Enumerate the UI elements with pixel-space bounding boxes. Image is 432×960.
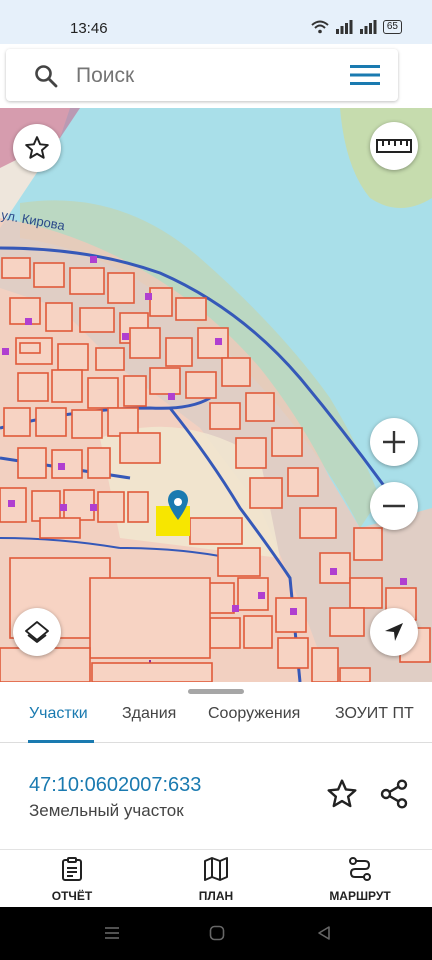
tab-buildings[interactable]: Здания <box>122 705 176 723</box>
tab-parcels[interactable]: Участки <box>29 705 88 723</box>
search-input[interactable] <box>74 60 338 92</box>
system-navigation-bar <box>0 907 432 960</box>
wifi-icon <box>311 20 329 34</box>
zoom-in-button[interactable] <box>370 418 418 466</box>
map-view[interactable]: ул. Кирова <box>0 108 432 682</box>
map-canvas[interactable]: ул. Кирова <box>0 108 432 682</box>
layers-icon <box>25 621 49 643</box>
nav-plan[interactable]: ПЛАН <box>166 856 266 903</box>
report-icon <box>62 857 82 881</box>
tab-structures[interactable]: Сооружения <box>208 705 300 723</box>
signal-icon <box>335 20 353 34</box>
share-icon[interactable] <box>378 778 410 810</box>
menu-icon[interactable] <box>350 65 380 85</box>
tab-bar: Участки Здания Сооружения ЗОУИТ ПТ <box>0 696 432 743</box>
active-tab-indicator <box>28 740 94 743</box>
nav-plan-label: ПЛАН <box>198 889 234 903</box>
parcel-type: Земельный участок <box>29 801 184 820</box>
ruler-button[interactable] <box>370 122 418 170</box>
plus-icon <box>383 431 405 453</box>
status-time: 13:46 <box>70 20 108 37</box>
signal-icon-2 <box>359 20 377 34</box>
back-icon[interactable] <box>316 925 332 941</box>
map-plan-icon <box>204 857 228 881</box>
tab-zouit[interactable]: ЗОУИТ ПТ <box>335 705 414 723</box>
status-icons: 65 <box>311 20 402 34</box>
nav-report[interactable]: ОТЧЁТ <box>22 856 122 903</box>
nav-route[interactable]: МАРШРУТ <box>310 856 410 903</box>
battery-icon: 65 <box>382 20 402 34</box>
search-icon[interactable] <box>34 64 58 88</box>
route-icon <box>349 857 371 881</box>
nav-report-label: ОТЧЁТ <box>51 889 93 903</box>
parcel-cadastral-number[interactable]: 47:10:0602007:633 <box>29 774 201 797</box>
recent-apps-icon[interactable] <box>104 925 120 941</box>
ruler-icon <box>376 139 412 153</box>
add-favorite-icon[interactable] <box>326 778 358 810</box>
sheet-handle[interactable] <box>188 689 244 694</box>
minus-icon <box>383 504 405 508</box>
nav-route-label: МАРШРУТ <box>329 889 391 903</box>
bottom-navigation: ОТЧЁТ ПЛАН МАРШРУТ <box>0 849 432 908</box>
status-bar: 13:46 65 <box>0 0 432 44</box>
zoom-out-button[interactable] <box>370 482 418 530</box>
favorites-map-button[interactable] <box>13 124 61 172</box>
star-icon <box>25 136 49 159</box>
layers-button[interactable] <box>13 608 61 656</box>
search-bar[interactable] <box>6 49 398 101</box>
home-icon[interactable] <box>209 925 225 941</box>
my-location-button[interactable] <box>370 608 418 656</box>
navigation-arrow-icon <box>385 623 403 641</box>
